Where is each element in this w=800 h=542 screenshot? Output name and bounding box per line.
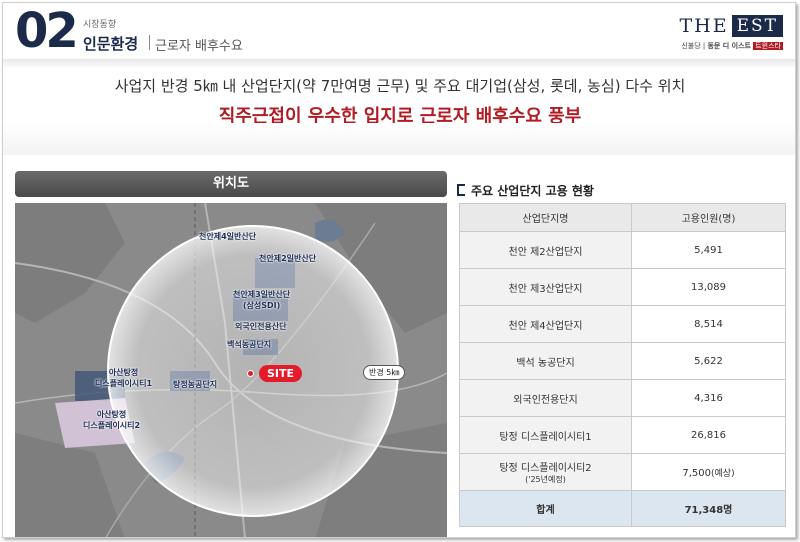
- employee-count-note: (예상): [711, 468, 735, 479]
- complex-name-note: ('25년예정): [525, 475, 566, 484]
- place-label-baekseok: 백석농공단지: [227, 340, 272, 349]
- table-row: 천안 제2산업단지 5,491: [459, 231, 786, 269]
- complex-name: 천안 제2산업단지: [459, 231, 632, 269]
- total-label: 합계: [459, 490, 632, 527]
- employee-count: 8,514: [631, 305, 786, 343]
- place-label-asan1: 아산탕정 디스플레이시티1: [95, 368, 153, 388]
- logo-the: THE: [679, 15, 729, 37]
- table-total-row: 합계 71,348명: [459, 490, 786, 527]
- table-row: 탕정 디스플레이시티1 26,816: [459, 416, 786, 454]
- site-marker-dot: [247, 370, 254, 377]
- place-label-foreign: 외국인전용산단: [235, 322, 287, 331]
- complex-name: 외국인전용단지: [459, 379, 632, 417]
- place-label-tangjeong: 탕정농공단지: [173, 380, 218, 389]
- place-label-cheonan2: 천안제2일반산단: [259, 254, 317, 263]
- table-header-row: 산업단지명 고용인원(명): [459, 203, 786, 232]
- column-header-employees: 고용인원(명): [631, 203, 786, 232]
- table-row: 탕정 디스플레이시티2 ('25년예정) 7,500(예상): [459, 453, 786, 491]
- table-title: 주요 산업단지 고용 현황: [457, 182, 594, 199]
- complex-name: 천안 제3산업단지: [459, 268, 632, 306]
- table-title-text: 주요 산업단지 고용 현황: [471, 184, 594, 198]
- radius-label: 반경 5㎞: [363, 365, 406, 380]
- logo-tagline: 신불당 | 동문 디 이스트 트윈스타: [681, 42, 783, 50]
- employee-count-cell: 7,500(예상): [631, 453, 786, 491]
- headline: 사업지 반경 5㎞ 내 산업단지(약 7만여명 근무) 및 주요 대기업(삼성,…: [3, 75, 795, 128]
- brand-logo: THE EST 신불당 | 동문 디 이스트 트윈스타: [673, 15, 783, 51]
- section-title: 인문환경: [83, 35, 139, 53]
- employment-table: 산업단지명 고용인원(명) 천안 제2산업단지 5,491 천안 제3산업단지 …: [459, 203, 786, 527]
- employee-count: 5,622: [631, 342, 786, 380]
- bracket-icon: [457, 184, 465, 196]
- place-label-asan2: 아산탕정 디스플레이시티2: [83, 410, 141, 430]
- table-row: 외국인전용단지 4,316: [459, 379, 786, 417]
- employee-count: 7,500: [682, 467, 712, 479]
- site-marker-label: SITE: [259, 365, 303, 382]
- place-label-cheonan4: 천안제4일반산단: [199, 232, 257, 241]
- table-row: 천안 제4산업단지 8,514: [459, 305, 786, 343]
- location-map: 천안제4일반산단 천안제2일반산단 천안제3일반산단 (삼성SDI) 외국인전용…: [15, 203, 447, 537]
- complex-name: 백석 농공단지: [459, 342, 632, 380]
- logo-badge: 트윈스타: [753, 42, 783, 50]
- page-header: 02 시장동향 인문환경 근로자 배후수요 THE EST 신불당 | 동문 디 …: [3, 3, 795, 59]
- employee-count: 4,316: [631, 379, 786, 417]
- total-value: 71,348명: [631, 490, 786, 527]
- table-row: 백석 농공단지 5,622: [459, 342, 786, 380]
- place-label-cheonan3: 천안제3일반산단 (삼성SDI): [233, 290, 291, 310]
- complex-name: 탕정 디스플레이시티2: [499, 463, 592, 474]
- complex-name: 탕정 디스플레이시티1: [459, 416, 632, 454]
- section-description: 근로자 배후수요: [155, 39, 243, 54]
- employee-count: 13,089: [631, 268, 786, 306]
- complex-name: 천안 제4산업단지: [459, 305, 632, 343]
- logo-line1: 신불당: [681, 42, 701, 50]
- logo-line2: 동문 디 이스트: [707, 42, 751, 50]
- employee-count: 5,491: [631, 231, 786, 269]
- map-title-bar: 위치도: [15, 171, 447, 197]
- column-header-name: 산업단지명: [459, 203, 632, 232]
- page-frame: 02 시장동향 인문환경 근로자 배후수요 THE EST 신불당 | 동문 디 …: [2, 2, 796, 538]
- header-rule: [3, 59, 795, 67]
- table-row: 천안 제3산업단지 13,089: [459, 268, 786, 306]
- section-subtitle: 시장동향: [83, 20, 117, 30]
- employee-count: 26,816: [631, 416, 786, 454]
- headline-line1: 사업지 반경 5㎞ 내 산업단지(약 7만여명 근무) 및 주요 대기업(삼성,…: [114, 77, 686, 95]
- divider-band: [3, 123, 795, 155]
- logo-est: EST: [731, 15, 783, 37]
- title-divider: [149, 35, 150, 50]
- section-number: 02: [15, 3, 79, 59]
- complex-name-cell: 탕정 디스플레이시티2 ('25년예정): [459, 453, 632, 491]
